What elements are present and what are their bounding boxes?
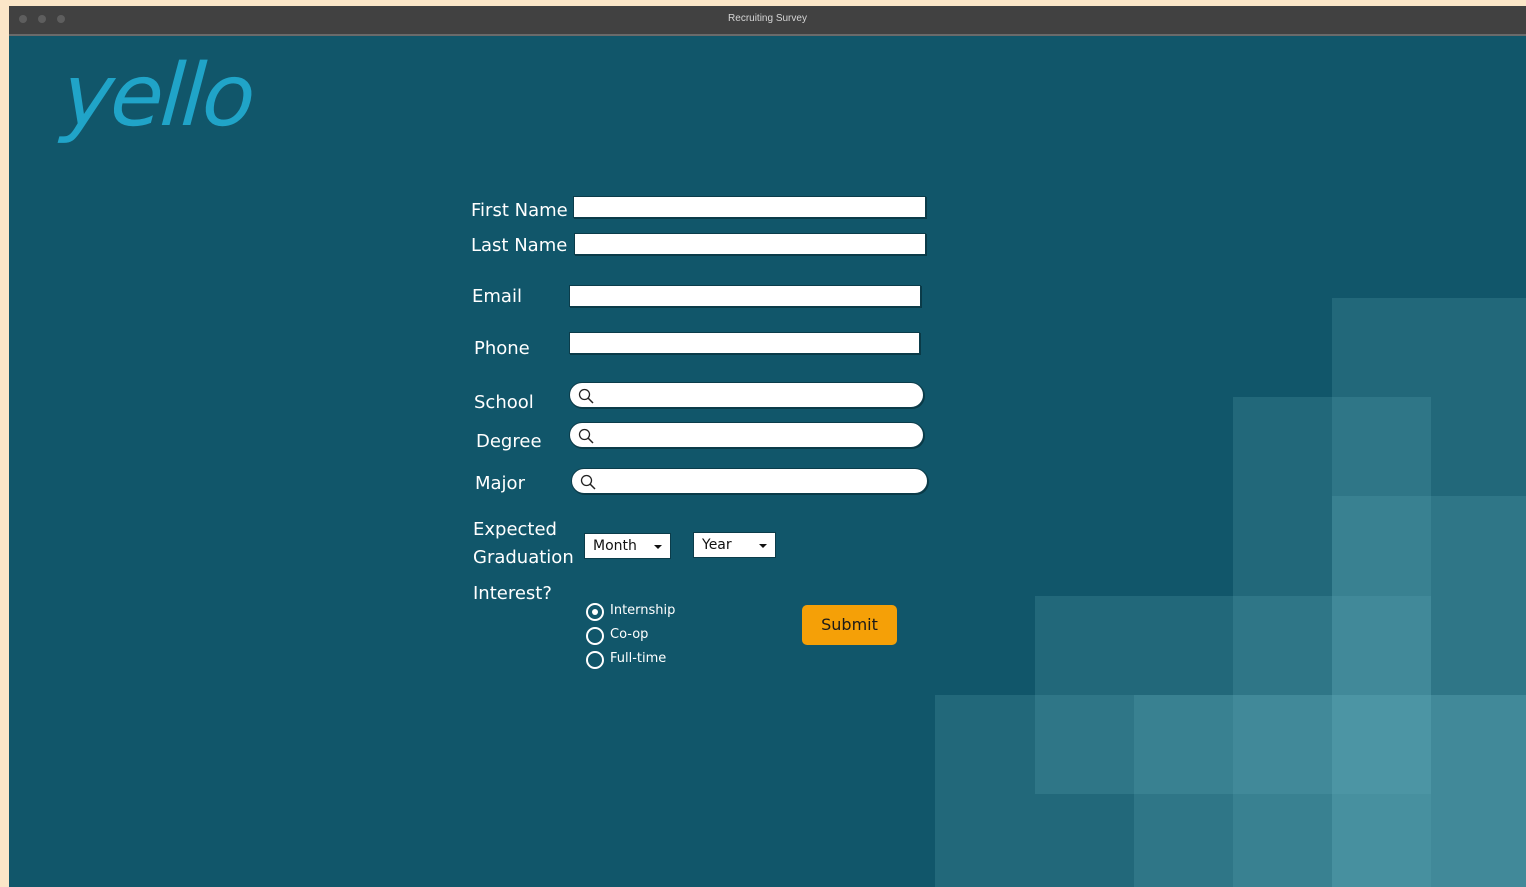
phone-label: Phone <box>474 338 530 359</box>
app-window: Recruiting Survey yello First Name Last … <box>9 6 1526 887</box>
school-label: School <box>474 392 534 413</box>
search-icon <box>580 474 596 490</box>
window-title: Recruiting Survey <box>728 13 807 24</box>
graduation-label-line2: Graduation <box>473 547 574 568</box>
last-name-input[interactable] <box>574 233 926 255</box>
month-select-value: Month <box>593 538 637 554</box>
submit-button[interactable]: Submit <box>802 605 897 645</box>
yello-logo: yello <box>59 46 256 146</box>
search-icon <box>578 388 594 404</box>
chevron-down-icon <box>759 544 767 548</box>
degree-search-input[interactable] <box>569 422 924 448</box>
major-search-input[interactable] <box>571 468 928 494</box>
school-search-input[interactable] <box>569 382 924 408</box>
graduation-year-select[interactable]: Year <box>693 532 776 558</box>
interest-option-label: Full-time <box>610 651 667 666</box>
radio-icon[interactable] <box>586 627 604 645</box>
radio-icon[interactable] <box>586 603 604 621</box>
radio-icon[interactable] <box>586 651 604 669</box>
search-icon <box>578 428 594 444</box>
graduation-month-select[interactable]: Month <box>584 533 671 559</box>
title-bar: Recruiting Survey <box>9 6 1526 36</box>
email-label: Email <box>472 286 522 307</box>
first-name-input[interactable] <box>573 196 926 218</box>
year-select-value: Year <box>702 537 732 553</box>
chevron-down-icon <box>654 545 662 549</box>
graduation-label-line1: Expected <box>473 519 557 540</box>
interest-label: Interest? <box>473 583 552 604</box>
phone-input[interactable] <box>569 332 920 354</box>
degree-label: Degree <box>476 431 542 452</box>
last-name-label: Last Name <box>471 235 568 256</box>
major-label: Major <box>475 473 525 494</box>
interest-option-label: Co-op <box>610 627 649 642</box>
first-name-label: First Name <box>471 200 568 221</box>
interest-option-label: Internship <box>610 603 676 618</box>
email-input[interactable] <box>569 285 921 307</box>
decorative-square <box>1134 695 1526 887</box>
